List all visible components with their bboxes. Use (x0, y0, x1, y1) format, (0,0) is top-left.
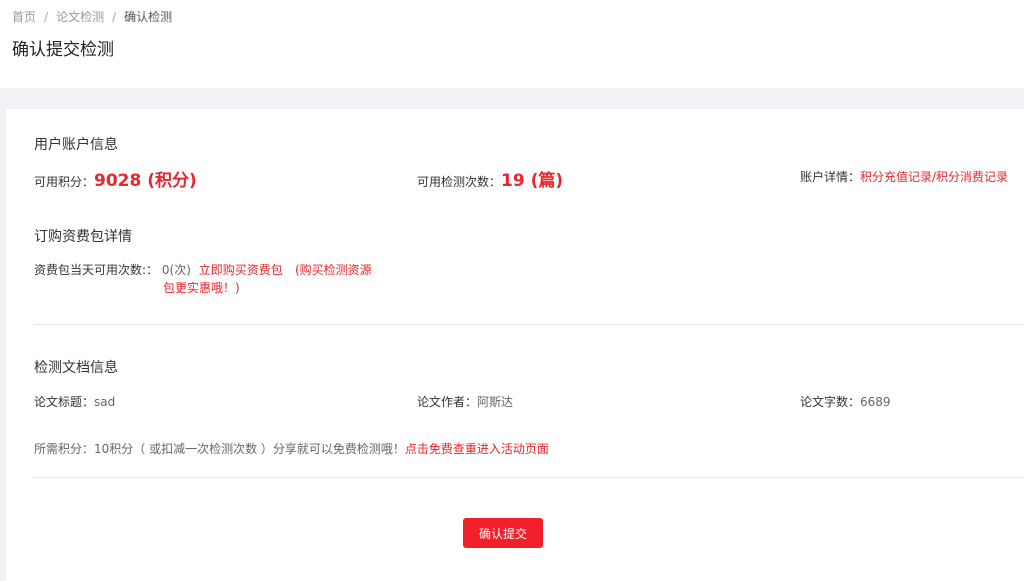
buy-package-link[interactable]: 立即购买资费包 (199, 263, 283, 277)
page-title: 确认提交检测 (12, 40, 114, 60)
breadcrumb: 首页 / 论文检测 / 确认检测 (12, 0, 1012, 25)
cost-row: 所需积分：10积分（ 或扣减一次检测次数 ）分享就可以免费检测哦！点击免费查重进… (34, 440, 549, 457)
cost-text: 所需积分：10积分（ 或扣减一次检测次数 ）分享就可以免费检测哦！ (34, 442, 405, 456)
doc-title-value: sad (94, 395, 116, 409)
doc-words-row: 论文字数：6689 (800, 393, 891, 410)
main-card: 用户账户信息 可用积分： 9028 (积分) 可用检测次数： 19 (篇) 账户… (6, 109, 1024, 581)
doc-title-row: 论文标题：sad (34, 393, 115, 410)
package-row: 资费包当天可用次数:： 0(次) 立即购买资费包 (34, 261, 283, 278)
breadcrumb-home[interactable]: 首页 (12, 8, 36, 25)
confirm-submit-button[interactable]: 确认提交 (463, 518, 543, 548)
page-header: 首页 / 论文检测 / 确认检测 确认提交检测 (0, 0, 1024, 88)
package-promo-line1[interactable]: (购买检测资源 (295, 261, 372, 278)
breadcrumb-separator: / (112, 9, 117, 24)
account-details-row: 账户详情：积分充值记录/积分消费记录 (800, 168, 1008, 185)
account-details-link[interactable]: 积分充值记录/积分消费记录 (860, 170, 1008, 184)
doc-author-row: 论文作者：阿斯达 (417, 393, 513, 410)
section-divider (34, 324, 1024, 325)
checks-value: 19 (篇) (501, 171, 564, 191)
doc-title-label: 论文标题： (34, 395, 95, 409)
doc-words-label: 论文字数： (800, 395, 861, 409)
points-value: 9028 (积分) (94, 171, 197, 191)
daily-label: 资费包当天可用次数:： (34, 263, 159, 277)
section-divider (34, 477, 1024, 478)
package-section-title: 订购资费包详情 (34, 229, 132, 245)
doc-author-value: 阿斯达 (477, 395, 514, 409)
account-section-title: 用户账户信息 (34, 137, 118, 153)
doc-words-value: 6689 (860, 395, 891, 409)
package-promo-line2[interactable]: 包更实惠哦！) (163, 279, 240, 296)
breadcrumb-separator: / (44, 9, 49, 24)
free-check-link[interactable]: 点击免费查重进入活动页面 (405, 442, 549, 456)
checks-row: 可用检测次数： 19 (篇) (417, 166, 563, 191)
points-row: 可用积分： 9028 (积分) (34, 166, 197, 191)
points-label: 可用积分： (34, 175, 95, 189)
account-details-label: 账户详情： (800, 170, 861, 184)
breadcrumb-current: 确认检测 (124, 10, 173, 24)
daily-value: 0(次) (161, 263, 191, 277)
checks-label: 可用检测次数： (417, 175, 502, 189)
doc-author-label: 论文作者： (417, 395, 478, 409)
breadcrumb-paper-check[interactable]: 论文检测 (56, 8, 104, 25)
document-section-title: 检测文档信息 (34, 360, 118, 376)
